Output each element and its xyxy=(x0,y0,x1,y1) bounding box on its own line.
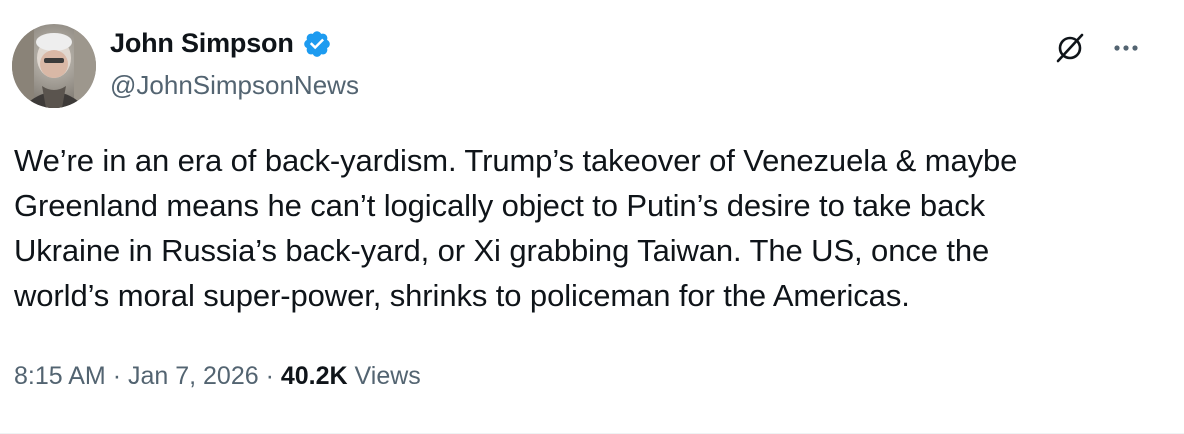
views-link[interactable]: 40.2K Views xyxy=(281,362,421,390)
tweet-text-line: Ukraine in Russia’s back-yard, or Xi gra… xyxy=(14,233,990,268)
grok-icon[interactable] xyxy=(1050,28,1090,68)
tweet-text-line: We’re in an era of back-yardism. Trump’s… xyxy=(14,143,1018,178)
tweet-time: 8:15 AM xyxy=(14,362,106,390)
meta-separator: · xyxy=(112,362,122,390)
tweet-text-line: world’s moral super-power, shrinks to po… xyxy=(14,278,910,313)
views-label: Views xyxy=(354,362,421,390)
author-handle[interactable]: @JohnSimpsonNews xyxy=(110,70,359,101)
avatar[interactable] xyxy=(12,24,96,108)
author-name-row: John Simpson xyxy=(110,28,332,59)
tweet-text: We’re in an era of back-yardism. Trump’s… xyxy=(14,138,1164,318)
tweet-text-line: Greenland means he can’t logically objec… xyxy=(14,188,986,223)
tweet-timestamp[interactable]: 8:15 AM · Jan 7, 2026 xyxy=(14,362,259,390)
author-display-name[interactable]: John Simpson xyxy=(110,28,294,59)
tweet-date: Jan 7, 2026 xyxy=(127,362,259,390)
more-options-icon[interactable] xyxy=(1106,28,1146,68)
tweet-meta: 8:15 AM · Jan 7, 2026 · 40.2K Views xyxy=(14,362,421,391)
meta-separator: · xyxy=(265,362,274,390)
tweet-card: John Simpson @JohnSimpsonNews We’re in a… xyxy=(0,0,1184,434)
views-count: 40.2K xyxy=(280,362,348,390)
verified-badge-icon[interactable] xyxy=(302,29,332,59)
